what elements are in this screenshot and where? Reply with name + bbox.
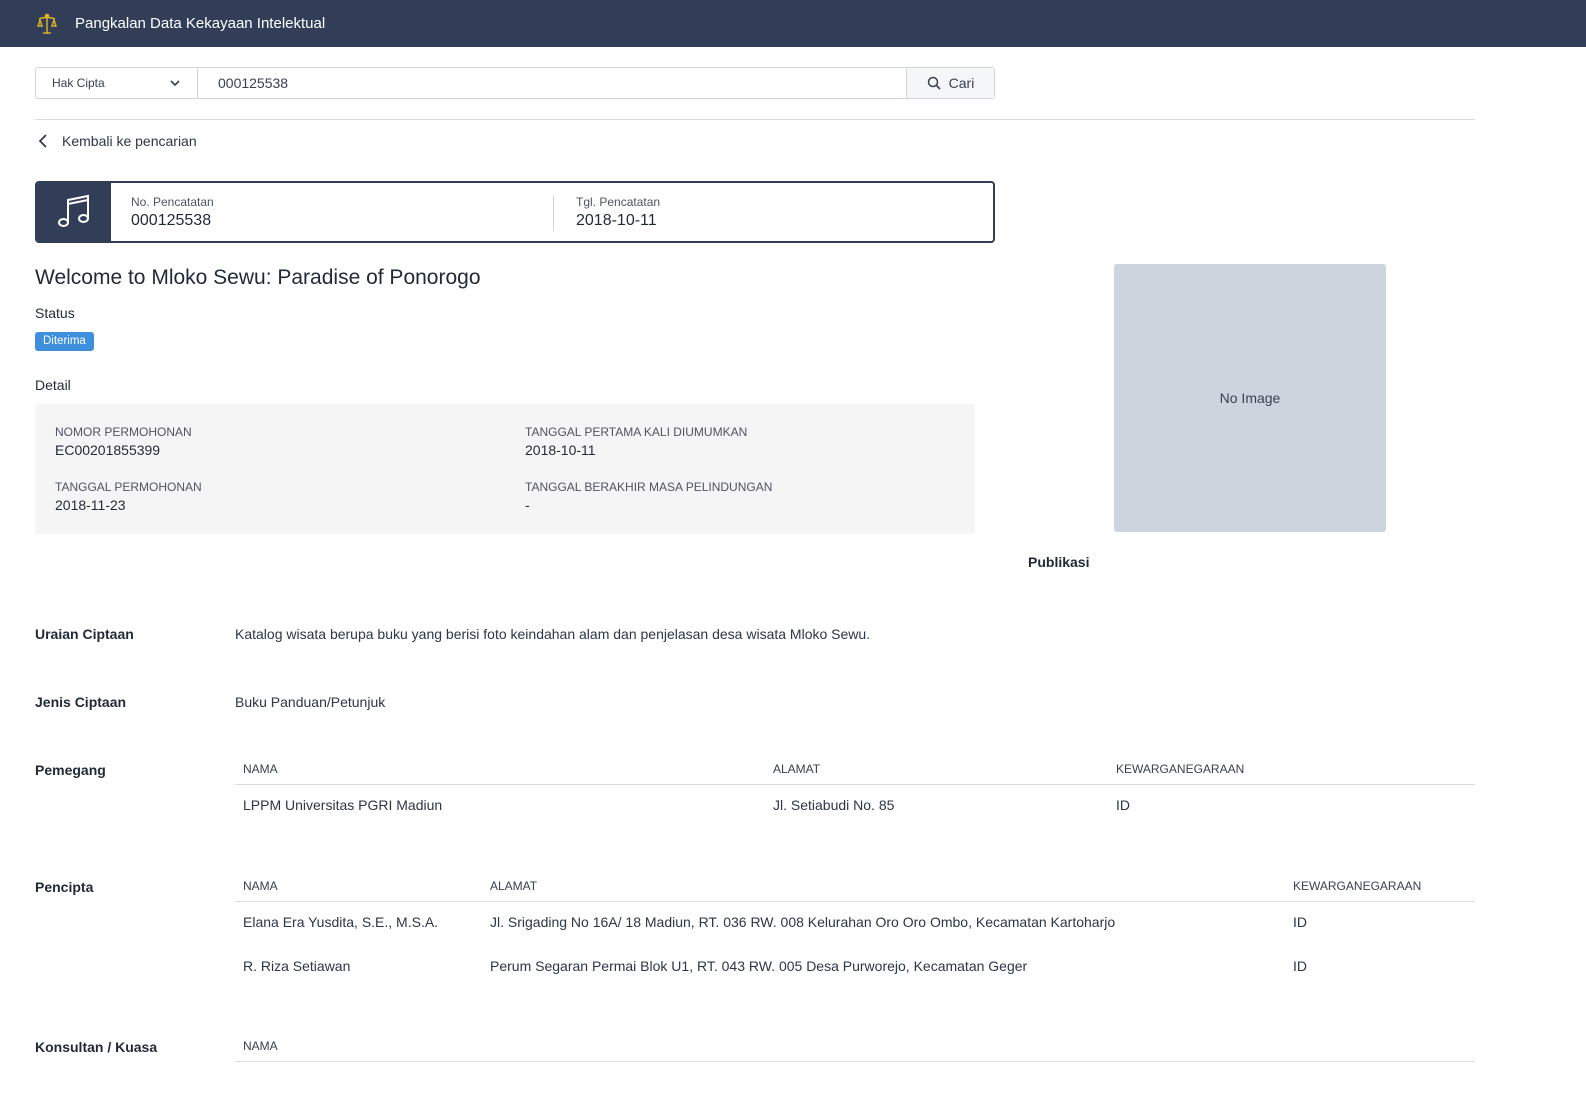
- column-header: NAMA: [243, 1039, 278, 1053]
- search-type-select[interactable]: Hak Cipta: [36, 68, 198, 98]
- column-header: KEWARGANEGARAAN: [1293, 879, 1422, 893]
- uraian-label: Uraian Ciptaan: [35, 626, 134, 642]
- table-row: Elana Era Yusdita, S.E., M.S.A. Jl. Srig…: [235, 902, 1475, 946]
- pemegang-label: Pemegang: [35, 762, 106, 778]
- no-image-text: No Image: [1219, 390, 1281, 406]
- chevron-left-icon: [38, 134, 47, 148]
- page-title: Welcome to Mloko Sewu: Paradise of Ponor…: [35, 266, 481, 289]
- search-button-label: Cari: [948, 75, 975, 91]
- pemegang-table: NAMA ALAMAT KEWARGANEGARAAN LPPM Univers…: [235, 755, 1475, 829]
- jenis-value: Buku Panduan/Petunjuk: [235, 694, 386, 710]
- detail-value: 2018-11-23: [55, 497, 126, 513]
- divider: [35, 119, 1475, 120]
- konsultan-table: NAMA: [235, 1032, 1475, 1062]
- publikasi-label: Publikasi: [1028, 554, 1090, 570]
- pencipta-table: NAMA ALAMAT KEWARGANEGARAAN Elana Era Yu…: [235, 872, 1475, 990]
- chevron-down-icon: [170, 80, 180, 87]
- search-input[interactable]: [198, 68, 906, 98]
- column-header: NAMA: [243, 762, 278, 776]
- table-cell: Jl. Setiabudi No. 85: [773, 797, 895, 813]
- detail-key: TANGGAL BERAKHIR MASA PELINDUNGAN: [525, 480, 773, 494]
- detail-tanggal-pertama: TANGGAL PERTAMA KALI DIUMUMKAN 2018-10-1…: [525, 425, 747, 458]
- table-header: NAMA: [235, 1032, 1475, 1062]
- emblem-icon[interactable]: [35, 12, 59, 36]
- record-separator: [553, 195, 554, 231]
- record-number-label: No. Pencatatan: [131, 195, 214, 209]
- jenis-label: Jenis Ciptaan: [35, 694, 127, 710]
- search-button[interactable]: Cari: [906, 68, 994, 98]
- status-label: Status: [35, 305, 75, 321]
- table-cell: Jl. Srigading No 16A/ 18 Madiun, RT. 036…: [490, 914, 1116, 930]
- record-number-block: No. Pencatatan 000125538: [131, 195, 214, 230]
- detail-key: NOMOR PERMOHONAN: [55, 425, 192, 439]
- record-icon-panel: [37, 183, 111, 241]
- detail-key: TANGGAL PERMOHONAN: [55, 480, 202, 494]
- detail-value: 2018-10-11: [525, 442, 596, 458]
- uraian-value: Katalog wisata berupa buku yang berisi f…: [235, 626, 871, 642]
- table-cell: R. Riza Setiawan: [243, 958, 351, 974]
- table-cell: ID: [1293, 914, 1307, 930]
- detail-box: NOMOR PERMOHONAN EC00201855399 TANGGAL P…: [35, 404, 975, 534]
- column-header: ALAMAT: [490, 879, 538, 893]
- image-placeholder: No Image: [1114, 264, 1386, 532]
- record-date-label: Tgl. Pencatatan: [576, 195, 661, 209]
- record-date-value: 2018-10-11: [576, 212, 657, 229]
- table-cell: ID: [1293, 958, 1307, 974]
- search-icon: [927, 76, 941, 90]
- top-navbar: Pangkalan Data Kekayaan Intelektual: [0, 0, 1586, 47]
- status-badge: Diterima: [35, 332, 94, 351]
- detail-tanggal-permohonan: TANGGAL PERMOHONAN 2018-11-23: [55, 480, 202, 513]
- pencipta-label: Pencipta: [35, 879, 94, 895]
- table-row: LPPM Universitas PGRI Madiun Jl. Setiabu…: [235, 785, 1475, 829]
- record-date-block: Tgl. Pencatatan 2018-10-11: [576, 195, 660, 230]
- column-header: NAMA: [243, 879, 278, 893]
- detail-nomor-permohonan: NOMOR PERMOHONAN EC00201855399: [55, 425, 192, 458]
- search-bar: Hak Cipta Cari: [35, 67, 995, 99]
- column-header: ALAMAT: [773, 762, 821, 776]
- konsultan-label: Konsultan / Kuasa: [35, 1039, 158, 1055]
- detail-label: Detail: [35, 377, 71, 393]
- detail-value: -: [525, 497, 530, 513]
- detail-value: EC00201855399: [55, 442, 161, 458]
- record-number-value: 000125538: [131, 212, 212, 229]
- table-cell: LPPM Universitas PGRI Madiun: [243, 797, 443, 813]
- table-header: NAMA ALAMAT KEWARGANEGARAAN: [235, 872, 1475, 902]
- detail-tanggal-berakhir: TANGGAL BERAKHIR MASA PELINDUNGAN -: [525, 480, 772, 513]
- detail-key: TANGGAL PERTAMA KALI DIUMUMKAN: [525, 425, 748, 439]
- search-type-value: Hak Cipta: [52, 76, 105, 90]
- app-title[interactable]: Pangkalan Data Kekayaan Intelektual: [75, 15, 325, 32]
- table-cell: Perum Segaran Permai Blok U1, RT. 043 RW…: [490, 958, 1028, 974]
- back-to-search-link[interactable]: Kembali ke pencarian: [36, 133, 197, 149]
- column-header: KEWARGANEGARAAN: [1116, 762, 1245, 776]
- table-row: R. Riza Setiawan Perum Segaran Permai Bl…: [235, 946, 1475, 990]
- music-note-icon: [58, 194, 89, 227]
- table-cell: ID: [1116, 797, 1130, 813]
- table-header: NAMA ALAMAT KEWARGANEGARAAN: [235, 755, 1475, 785]
- back-link-label: Kembali ke pencarian: [62, 133, 197, 149]
- record-card: No. Pencatatan 000125538 Tgl. Pencatatan…: [35, 181, 995, 243]
- table-cell: Elana Era Yusdita, S.E., M.S.A.: [243, 914, 439, 930]
